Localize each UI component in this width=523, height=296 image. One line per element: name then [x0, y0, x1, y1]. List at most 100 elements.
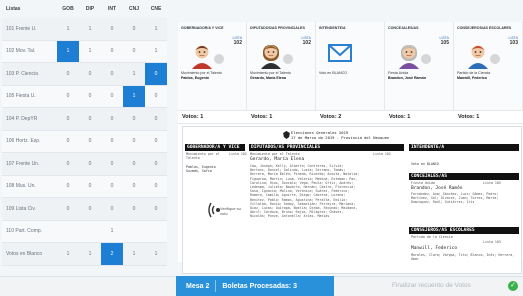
- vote-cell[interactable]: 1: [123, 63, 145, 85]
- category-label: CONCEJALES/AS: [388, 26, 419, 30]
- vote-cell[interactable]: 0: [57, 153, 79, 175]
- vote-cell[interactable]: 0: [101, 198, 123, 220]
- list-name: 105 Fiesta U.: [6, 93, 36, 100]
- table-row: 103 P. Ciencia 0 0 0 1 0: [2, 63, 167, 86]
- vote-cell[interactable]: 0: [145, 108, 167, 130]
- vote-cell[interactable]: 1: [79, 41, 101, 63]
- table-row: 110 Part. Comp. 1: [2, 220, 167, 243]
- ballot-conc-list: Fernández, Ana; Sánchez, Luis; Gómez, Pe…: [411, 192, 499, 205]
- vote-cell[interactable]: 1: [145, 41, 167, 63]
- vote-cell[interactable]: 1: [145, 18, 167, 40]
- vote-cell[interactable]: 0: [79, 63, 101, 85]
- vote-cell[interactable]: 0: [123, 131, 145, 153]
- party-name: Partido de la Ciencia: [457, 71, 491, 75]
- vote-cell[interactable]: 0: [79, 198, 101, 220]
- vote-cell[interactable]: [145, 221, 167, 243]
- vote-cell[interactable]: 0: [101, 108, 123, 130]
- vote-cell[interactable]: 0: [57, 176, 79, 198]
- ballot-cons-lista: Lista 103: [483, 240, 501, 244]
- candidate-cards: GOBERNADOR/A Y VICE LISTA 102 Movimiento po…: [178, 22, 523, 110]
- vote-cell[interactable]: 0: [57, 86, 79, 108]
- vote-cell[interactable]: 1: [101, 221, 123, 243]
- vote-cell[interactable]: 0: [123, 153, 145, 175]
- ballot-title-line2: 17 de Marzo de 2019 - Provincia del Neuq…: [291, 135, 390, 140]
- vote-cell[interactable]: 1: [79, 18, 101, 40]
- vote-cell[interactable]: 0: [57, 63, 79, 85]
- vote-cell[interactable]: 0: [79, 86, 101, 108]
- vote-cell[interactable]: 0: [79, 108, 101, 130]
- vote-cell[interactable]: 0: [101, 86, 123, 108]
- candidate-photo: [395, 39, 423, 69]
- ballot-title: Elecciones Generales 2019 17 de Marzo de…: [291, 130, 389, 140]
- vote-cell[interactable]: 0: [101, 63, 123, 85]
- vote-cell[interactable]: 0: [145, 153, 167, 175]
- category-label: CONSEJEROS/AS ESCOLARES: [457, 26, 512, 30]
- lista-value: 102: [233, 40, 242, 46]
- candidate-card[interactable]: CONCEJALES/AS LISTA 105 Fiesta Unida Brandon…: [385, 22, 454, 110]
- vote-cell[interactable]: 0: [79, 153, 101, 175]
- vote-cell[interactable]: 0: [123, 41, 145, 63]
- vote-cell[interactable]: 0: [145, 176, 167, 198]
- ballot-int-text: Voto en BLANCO: [411, 162, 439, 166]
- candidate-card[interactable]: INTENDENTE/A Voto en BLANCO: [316, 22, 385, 110]
- vote-cell[interactable]: 1: [79, 243, 101, 265]
- votes-gob: Votos: 1: [182, 114, 204, 120]
- vote-cell[interactable]: 1: [123, 85, 145, 107]
- vote-cell[interactable]: 0: [145, 131, 167, 153]
- lista-number: LISTA 103: [509, 36, 518, 46]
- vote-cell[interactable]: 0: [57, 108, 79, 130]
- ballot-conc-name: Brandon, José Ramón: [411, 186, 463, 191]
- party-info: Voto en BLANCO: [319, 71, 379, 76]
- vote-cell[interactable]: 1: [145, 243, 167, 265]
- lista-value: 105: [440, 40, 449, 46]
- vote-cell[interactable]: [123, 221, 145, 243]
- candidate-card[interactable]: DIPUTADOS/AS PROVINCIALES LISTA 102 Movimie…: [247, 22, 316, 110]
- list-name: 102 Mov. Tal.: [6, 48, 36, 55]
- vote-cell[interactable]: 0: [101, 153, 123, 175]
- vote-cell[interactable]: [79, 221, 101, 243]
- party-info: Movimiento por el Talento Pablos, Eugenio: [181, 71, 241, 80]
- vote-cell[interactable]: 0: [123, 18, 145, 40]
- vote-cell[interactable]: 0: [101, 176, 123, 198]
- candidate-card[interactable]: GOBERNADOR/A Y VICE LISTA 102 Movimiento po…: [178, 22, 247, 110]
- ballot-conc-lista: Lista 105: [483, 181, 501, 185]
- avatar: [399, 45, 419, 69]
- lista-value: 103: [509, 40, 518, 46]
- party-info: Movimiento por el Talento Gerardo, María …: [250, 71, 310, 80]
- vote-cell[interactable]: [57, 221, 79, 243]
- vote-cell[interactable]: 0: [123, 108, 145, 130]
- candidate-card[interactable]: CONSEJEROS/AS ESCOLARES LISTA 103 Partido d…: [454, 22, 523, 110]
- vote-cell[interactable]: 0: [145, 86, 167, 108]
- vote-cell[interactable]: 0: [145, 198, 167, 220]
- table-row: 109 Lista Civ. 0 0 0 0 0: [2, 198, 167, 221]
- vote-cell[interactable]: 0: [123, 198, 145, 220]
- party-name: Movimiento por el Talento: [250, 71, 291, 75]
- finalize-count-button[interactable]: Finalizar recuento de Votos: [392, 282, 471, 289]
- vote-cell[interactable]: 0: [57, 131, 79, 153]
- ballot-dip-name: Gerardo, María Elena: [250, 157, 305, 162]
- vote-cell[interactable]: 0: [123, 176, 145, 198]
- vote-cell[interactable]: 0: [79, 131, 101, 153]
- vote-cell[interactable]: 1: [57, 40, 79, 62]
- vote-cell[interactable]: 1: [57, 18, 79, 40]
- mesa-label: Mesa 2: [186, 282, 210, 290]
- verify-vote-label: Verifique su voto: [220, 206, 241, 216]
- vote-cell[interactable]: 0: [145, 63, 167, 85]
- table-row: Votos en Blanco 1 1 2 1 1: [2, 243, 167, 266]
- ballot-cons-name: Manwill, Federico: [411, 246, 458, 251]
- list-name: 104 P. DepYR: [6, 115, 38, 122]
- ballot-gob-lista: Lista 102: [229, 152, 247, 156]
- vote-cell[interactable]: 0: [101, 41, 123, 63]
- vote-cell[interactable]: 1: [57, 243, 79, 265]
- lista-value: 102: [302, 40, 311, 46]
- list-name: 103 P. Ciencia: [6, 70, 38, 77]
- vote-cell[interactable]: 0: [79, 176, 101, 198]
- vote-cell[interactable]: 0: [101, 18, 123, 40]
- lista-number: LISTA 102: [233, 36, 242, 46]
- check-icon[interactable]: ✓: [508, 281, 518, 291]
- vote-cell[interactable]: 2: [101, 243, 123, 265]
- ballot-gob-party: Movimiento por el Talento: [186, 152, 220, 161]
- vote-cell[interactable]: 1: [123, 243, 145, 265]
- vote-cell[interactable]: 0: [57, 198, 79, 220]
- vote-cell[interactable]: 0: [101, 131, 123, 153]
